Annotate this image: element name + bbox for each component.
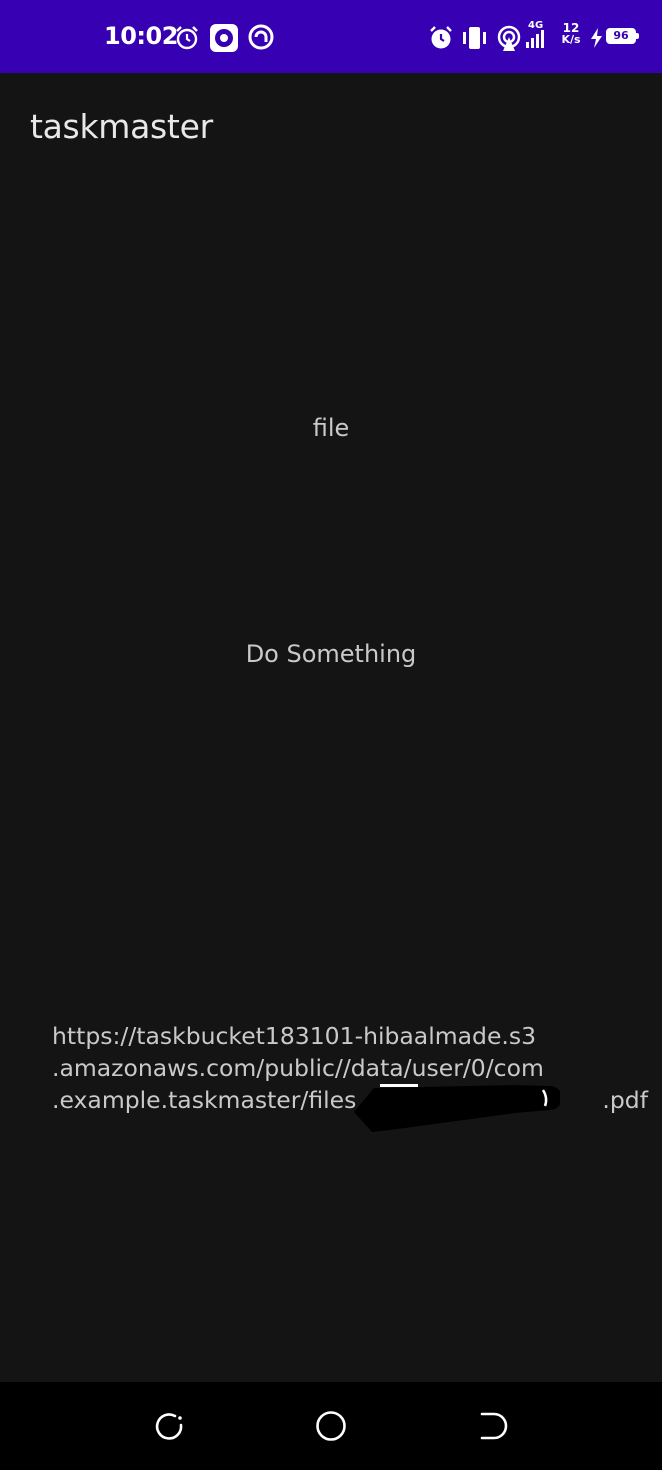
alarm-icon [430,26,452,49]
url-line: https://taskbucket183101-hibaalmade.s3 [52,1022,537,1050]
network-speed: 12 K/s [558,22,584,46]
back-icon[interactable] [474,1408,510,1444]
alarm-icon [176,26,198,50]
recent-apps-icon[interactable] [151,1408,187,1444]
file-label: file [312,414,350,442]
vibrate-icon [463,27,486,49]
hotspot-icon [497,25,521,51]
nav-bar [0,1382,662,1470]
status-bar: 10:02 4G 12 K/s 96 [0,0,662,73]
battery-level: 96 [613,29,629,42]
redaction-scribble [354,1084,560,1132]
signal-icon [526,30,544,48]
do-something-button[interactable]: Do Something [0,640,662,668]
speed-unit: K/s [561,33,581,46]
battery-icon: 96 [606,28,636,44]
battery-tip [636,33,639,39]
at-icon [248,24,274,50]
status-time: 10:02 [104,22,178,50]
record-icon [210,24,238,52]
app-title: taskmaster [30,107,213,146]
app-bar: taskmaster [0,73,662,183]
charging-icon [591,28,602,48]
home-icon[interactable] [313,1408,349,1444]
